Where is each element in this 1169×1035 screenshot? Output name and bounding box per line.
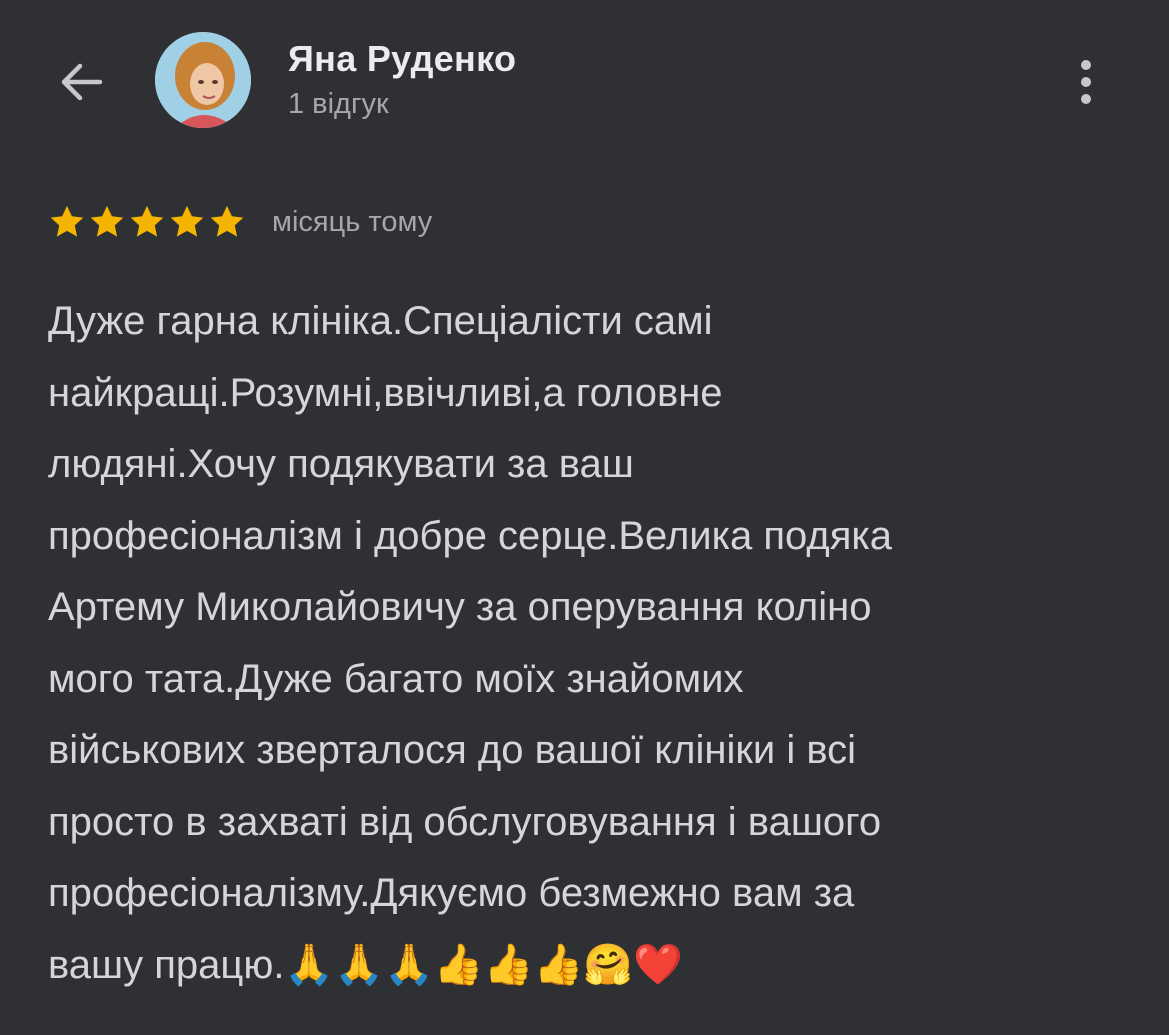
star-rating — [48, 203, 246, 241]
star-icon — [50, 205, 84, 237]
review-header: Яна Руденко 1 відгук — [0, 0, 1169, 170]
review-time: місяць тому — [272, 205, 433, 238]
more-vertical-icon-dot — [1081, 77, 1091, 87]
avatar[interactable] — [155, 32, 251, 128]
star-icon — [90, 205, 124, 237]
more-options-button[interactable] — [1064, 52, 1108, 112]
star-icon — [170, 205, 204, 237]
more-vertical-icon-dot — [1081, 94, 1091, 104]
review-text: Дуже гарна клініка.Спеціалісти самі найк… — [48, 299, 893, 987]
rating-row: місяць тому — [48, 200, 432, 244]
star-icon — [130, 205, 164, 237]
arrow-left-icon — [61, 63, 103, 101]
more-vertical-icon — [1081, 60, 1091, 70]
review-count[interactable]: 1 відгук — [288, 88, 389, 121]
star-icon — [210, 205, 244, 237]
user-name[interactable]: Яна Руденко — [288, 38, 516, 80]
back-button[interactable] — [50, 50, 114, 114]
avatar-photo — [155, 32, 251, 128]
